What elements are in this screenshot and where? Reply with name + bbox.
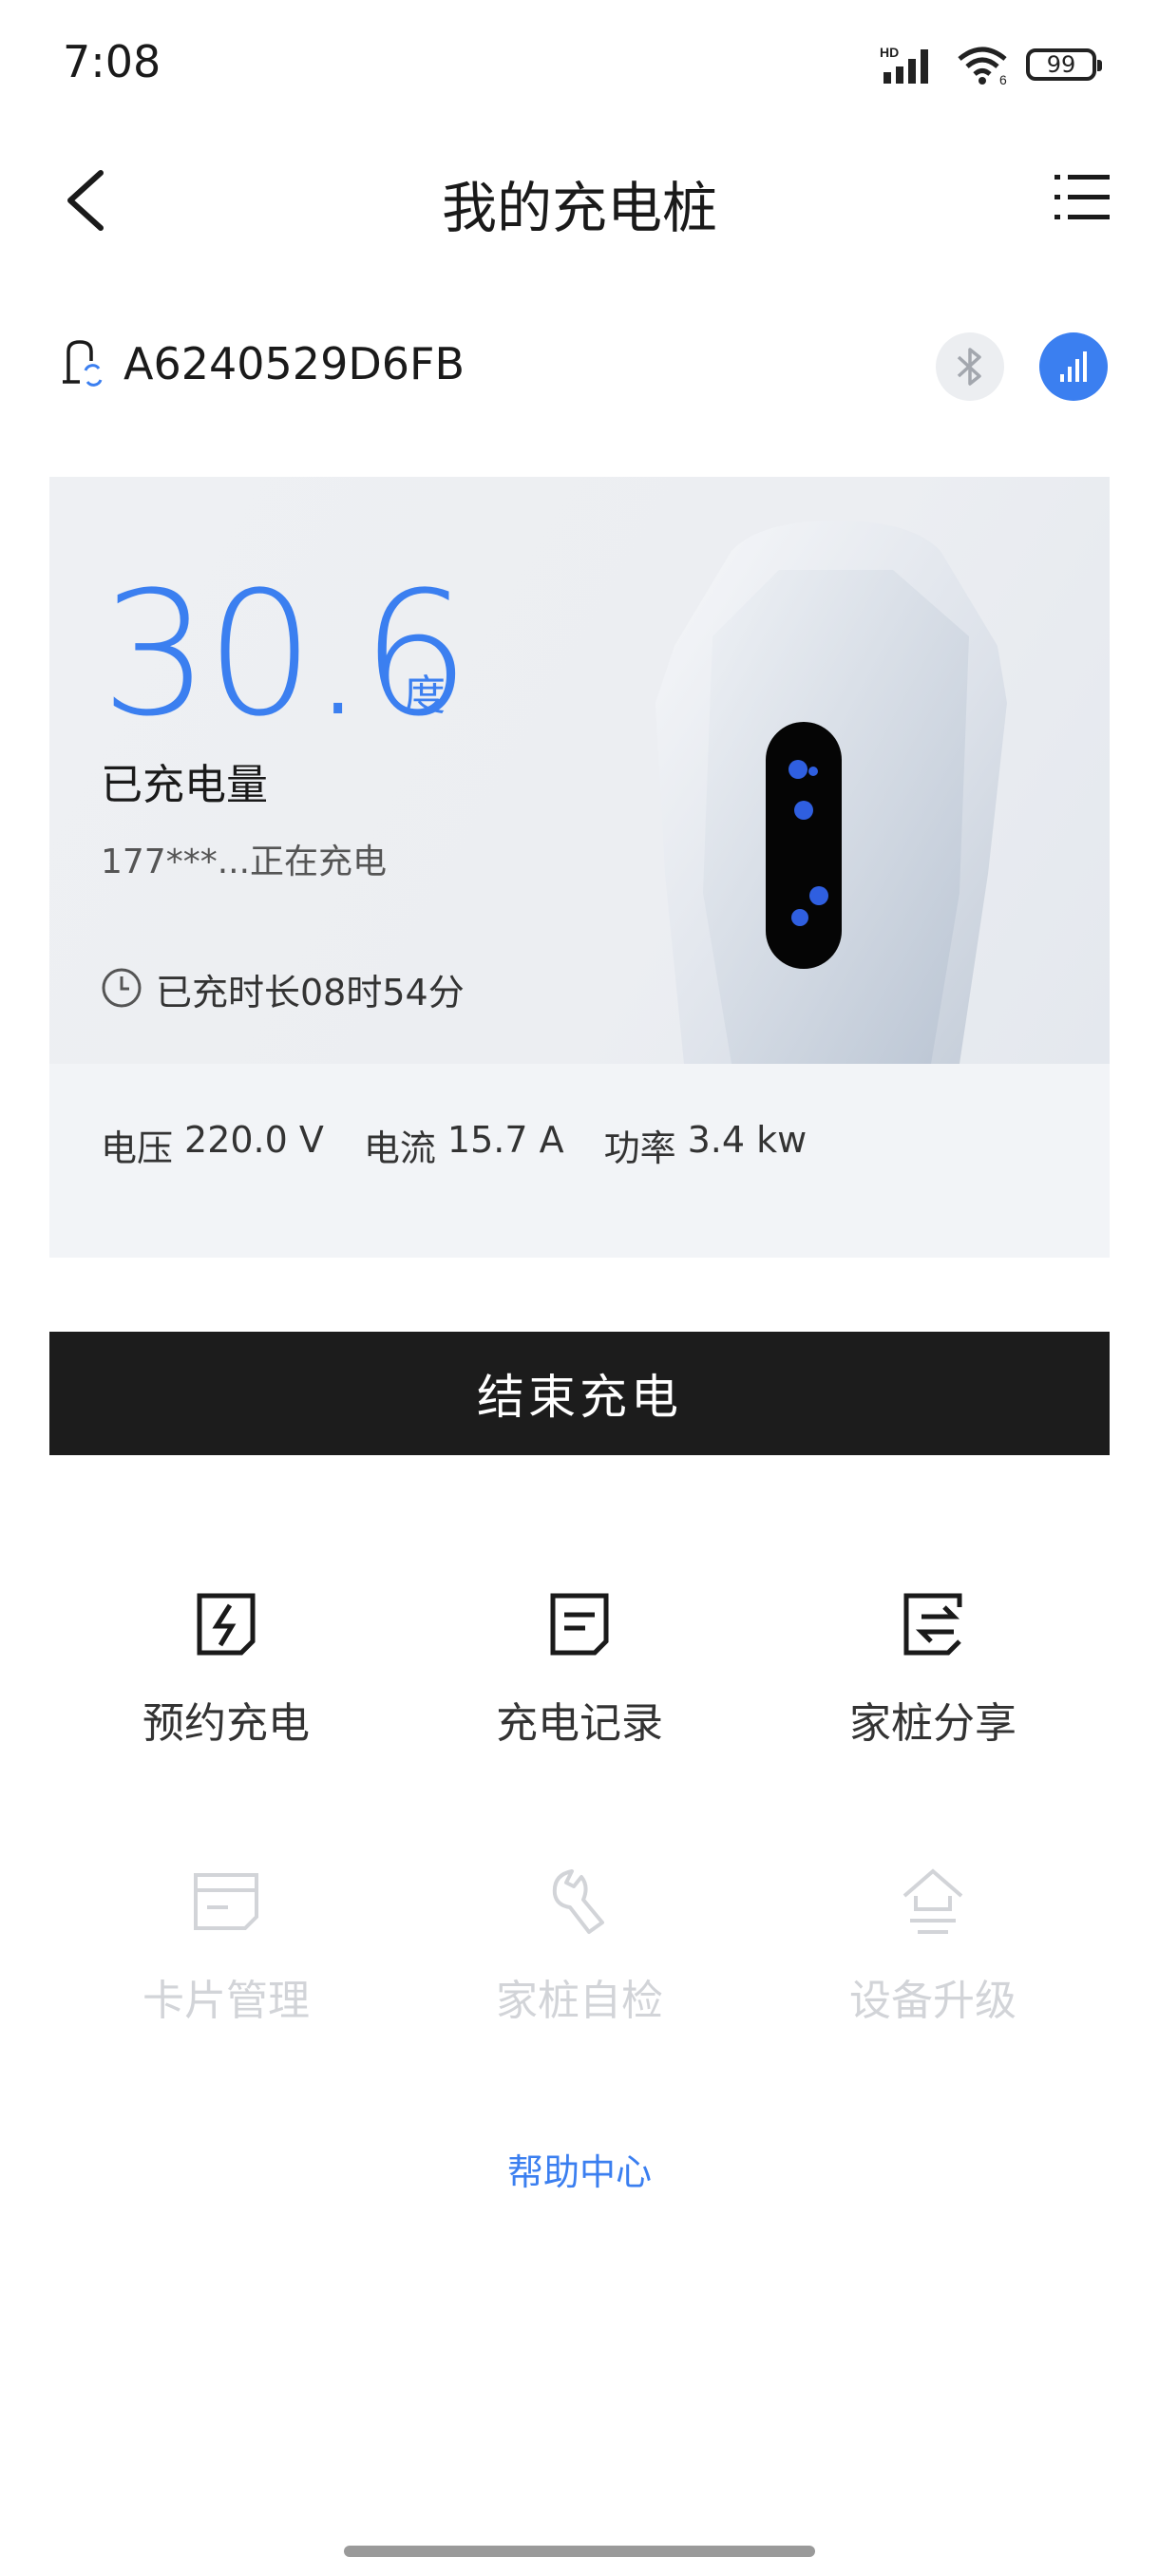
metric-value: 3.4 kw: [687, 1119, 808, 1161]
network-type: HD: [880, 45, 899, 60]
clock-icon: [102, 968, 142, 1008]
grid-label: 预约充电: [142, 1699, 310, 1748]
scheduled-charge-icon: [197, 1593, 256, 1656]
home-indicator[interactable]: [344, 2546, 815, 2557]
grid-label: 家桩自检: [496, 1977, 663, 2025]
metric-value: 220.0 V: [184, 1119, 324, 1161]
grid-item-card-management[interactable]: 卡片管理: [49, 1866, 403, 2027]
bluetooth-icon: [957, 348, 981, 386]
help-center-link[interactable]: 帮助中心: [0, 2143, 1159, 2195]
battery-icon: 99: [1026, 48, 1102, 81]
current-metric: 电流 15.7 A: [364, 1119, 564, 1171]
energy-label: 已充电量: [101, 761, 268, 809]
cell-signal-icon: HD: [880, 45, 928, 84]
voltage-metric: 电压 220.0 V: [101, 1119, 324, 1171]
status-time: 7:08: [63, 36, 162, 87]
metric-value: 15.7 A: [446, 1119, 564, 1161]
bluetooth-button[interactable]: [936, 332, 1004, 401]
card-icon: [194, 1873, 258, 1930]
power-metric: 功率 3.4 kw: [604, 1119, 808, 1171]
menu-list-icon[interactable]: [1054, 171, 1112, 224]
wifi-icon: 6: [958, 47, 1007, 85]
grid-label: 卡片管理: [142, 1977, 310, 2025]
share-icon: [903, 1593, 962, 1656]
device-id: A6240529D6FB: [124, 338, 466, 389]
charging-user-status: 177***...正在充电: [101, 843, 388, 881]
grid-label: 充电记录: [496, 1699, 663, 1748]
status-icons: HD 6 99: [880, 42, 1102, 87]
metric-label: 功率: [603, 1127, 676, 1169]
wifi-badge: 6: [999, 72, 1007, 85]
charger-device-icon: [63, 340, 103, 387]
grid-item-device-upgrade[interactable]: 设备升级: [756, 1866, 1110, 2027]
signal-button[interactable]: [1039, 332, 1108, 401]
energy-unit: 度: [404, 672, 446, 720]
charge-duration: 已充时长08时54分: [156, 972, 465, 1013]
metric-label: 电压: [101, 1127, 174, 1169]
charger-illustration: [656, 521, 1007, 1064]
upgrade-icon: [902, 1868, 963, 1934]
signal-icon: [1060, 351, 1087, 382]
wrench-icon: [552, 1869, 604, 1934]
charge-record-icon: [550, 1593, 609, 1656]
grid-item-self-check[interactable]: 家桩自检: [403, 1866, 756, 2027]
grid-item-share[interactable]: 家桩分享: [756, 1588, 1110, 1750]
page-title: 我的充电桩: [441, 176, 717, 240]
battery-level: 99: [1046, 51, 1076, 78]
metric-label: 电流: [363, 1127, 436, 1169]
grid-label: 家桩分享: [849, 1699, 1016, 1748]
electrical-metrics: 电压 220.0 V 电流 15.7 A 功率 3.4 kw: [101, 1119, 807, 1171]
grid-item-scheduled-charge[interactable]: 预约充电: [49, 1588, 403, 1750]
end-charging-button[interactable]: 结束充电: [49, 1332, 1110, 1455]
grid-item-charge-record[interactable]: 充电记录: [403, 1588, 756, 1750]
grid-label: 设备升级: [849, 1977, 1016, 2025]
